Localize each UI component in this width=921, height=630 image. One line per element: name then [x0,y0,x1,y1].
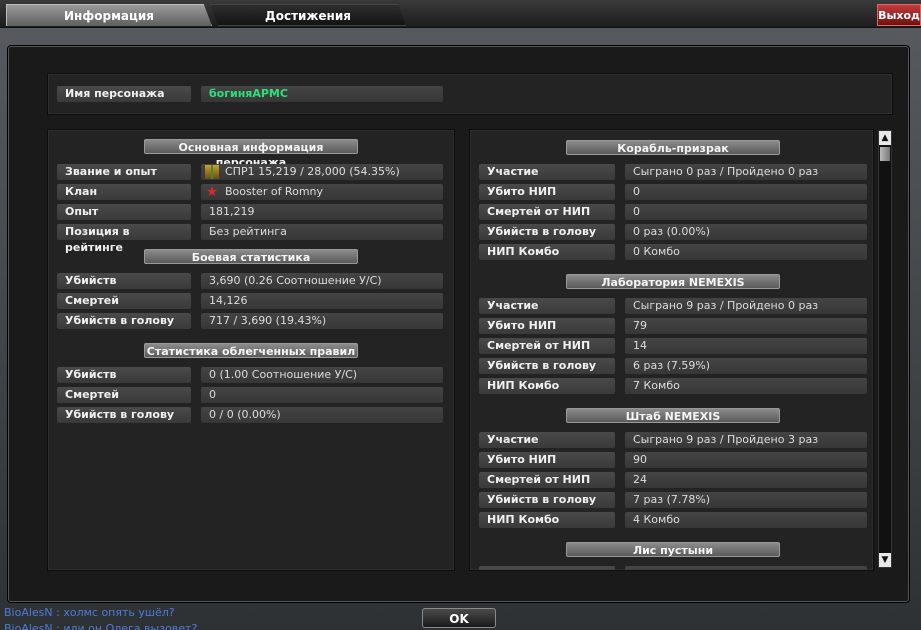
npc-combo-value: 0 Комбо [625,244,867,260]
deaths-value: 14,126 [201,293,443,309]
section-header-nemexis-hq: Штаб NEMEXIS [566,408,780,423]
participation-label: Участие [479,298,615,314]
npc-killed-label: Убито НИП [479,452,615,468]
rank-label: Звание и опыт [57,164,191,180]
npc-combo-value: 4 Комбо [625,512,867,528]
npc-deaths-label: Смертей от НИП [479,204,615,220]
participation-value: Сыграно 0 раз / Пройдено 0 раз [625,164,867,180]
left-stats-panel: Основная информация персонажа Звание и о… [47,129,455,571]
ok-button[interactable]: OK [422,608,496,628]
section-header-ghost-ship: Корабль-призрак [566,140,780,155]
scroll-up-icon[interactable]: ▲ [879,131,891,145]
rank-text: СПР1 15,219 / 28,000 (54.35%) [225,165,400,178]
chat-line: BioAlesN : или он Олега вызовет? [4,622,198,630]
character-name-label: Имя персонажа [57,86,191,102]
headshots-value: 6 раз (7.59%) [625,358,867,374]
section-header-combat: Боевая статистика [144,249,358,264]
headshots-label: Убийств в голову [479,358,615,374]
game-window: BioAlesN : холмс опять ушёл? BioAlesN : … [0,0,921,630]
light-headshots-value: 0 / 0 (0.00%) [201,407,443,423]
npc-combo-value: 7 Комбо [625,378,867,394]
rank-icon [205,165,219,179]
experience-value: 181,219 [201,204,443,220]
tab-bar: Информация Достижения Выход [0,0,921,28]
npc-deaths-value: 0 [625,204,867,220]
section-header-nemexis-lab: Лаборатория NEMEXIS [566,274,780,289]
light-kills-value: 0 (1.00 Соотношение У/С) [201,367,443,383]
npc-combo-label: НИП Комбо [479,378,615,394]
npc-deaths-label: Смертей от НИП [479,338,615,354]
scroll-thumb[interactable] [880,147,890,161]
npc-killed-value: 90 [625,452,867,468]
character-name-value: богиняАРМС [201,86,443,102]
participation-value: Сыграно 9 раз / Пройдено 0 раз [625,298,867,314]
npc-killed-value: 79 [625,318,867,334]
clan-label: Клан [57,184,191,200]
headshots-value: 717 / 3,690 (19.43%) [201,313,443,329]
section-header-basic: Основная информация персонажа [144,139,358,169]
experience-label: Опыт [57,204,191,220]
headshots-value: 0 раз (0.00%) [625,224,867,240]
npc-combo-label: НИП Комбо [479,244,615,260]
exit-button[interactable]: Выход [877,4,921,26]
participation-label [479,566,615,570]
clan-emblem-icon: ★ [205,184,219,200]
scroll-down-icon[interactable]: ▼ [879,553,891,567]
participation-value: Сыграно 9 раз / Пройдено 3 раз [625,432,867,448]
section-header-desert-fox: Лис пустыни [566,542,780,557]
name-panel: Имя персонажа богиняАРМС [47,73,893,115]
light-kills-label: Убийств [57,367,191,383]
npc-killed-value: 0 [625,184,867,200]
rating-label: Позиция в рейтинге [57,224,191,254]
stats-scrollbar[interactable]: ▲ ▼ [878,130,892,568]
headshots-value: 7 раз (7.78%) [625,492,867,508]
light-deaths-label: Смертей [57,387,191,403]
light-headshots-label: Убийств в голову [57,407,191,423]
deaths-label: Смертей [57,293,191,309]
tab-info[interactable]: Информация [6,4,212,26]
mode-stats-panel: Корабль-призрак Участие Сыграно 0 раз / … [469,129,874,571]
kills-label: Убийств [57,273,191,289]
npc-deaths-value: 14 [625,338,867,354]
light-deaths-value: 0 [201,387,443,403]
npc-deaths-value: 24 [625,472,867,488]
npc-killed-label: Убито НИП [479,318,615,334]
rank-value: СПР1 15,219 / 28,000 (54.35%) [201,164,443,180]
headshots-label: Убийств в голову [479,492,615,508]
npc-deaths-label: Смертей от НИП [479,472,615,488]
npc-killed-label: Убито НИП [479,184,615,200]
kills-value: 3,690 (0.26 Соотношение У/С) [201,273,443,289]
participation-value [625,566,867,570]
rating-value: Без рейтинга [201,224,443,240]
chat-line: BioAlesN : холмс опять ушёл? [4,606,175,619]
clan-text: Booster of Romny [225,185,324,198]
participation-label: Участие [479,432,615,448]
tab-achievements[interactable]: Достижения [210,4,406,26]
npc-combo-label: НИП Комбо [479,512,615,528]
headshots-label: Убийств в голову [57,313,191,329]
participation-label: Участие [479,164,615,180]
section-header-light-rules: Статистика облегченных правил [144,343,358,358]
clan-value: ★ Booster of Romny [201,184,443,200]
headshots-label: Убийств в голову [479,224,615,240]
character-info-dialog: Имя персонажа богиняАРМС Основная информ… [8,46,909,602]
